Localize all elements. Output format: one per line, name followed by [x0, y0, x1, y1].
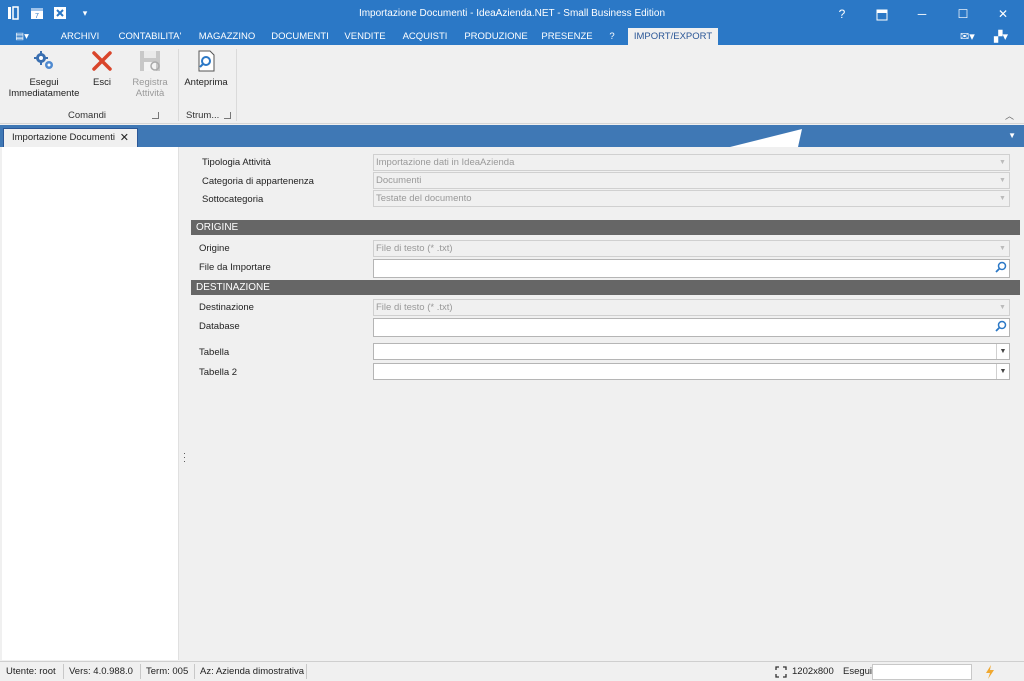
- tab-close-icon[interactable]: ✕: [120, 129, 129, 147]
- section-header-destinazione: DESTINAZIONE: [191, 280, 1020, 295]
- layout-icon: [876, 9, 888, 21]
- close-x-icon: [92, 51, 112, 71]
- tab-list-dropdown-icon[interactable]: ▼: [1008, 131, 1016, 140]
- help-button[interactable]: ?: [822, 0, 862, 28]
- chevron-down-icon[interactable]: ▼: [996, 364, 1009, 379]
- esci-label: Esci: [93, 77, 111, 88]
- menu-magazzino[interactable]: MAGAZZINO: [194, 28, 260, 45]
- search-icon[interactable]: [995, 261, 1007, 273]
- status-esegui-label: Esegui: [843, 666, 873, 677]
- menu-help[interactable]: ?: [602, 28, 622, 45]
- esegui-label: Esegui Immediatamente: [8, 77, 80, 99]
- tabella-label: Tabella: [199, 347, 230, 358]
- tabella2-select[interactable]: ▼: [373, 363, 1010, 380]
- document-tab-strip: Importazione Documenti ✕ ▼: [0, 125, 1024, 147]
- sottocategoria-label: Sottocategoria: [202, 194, 264, 205]
- chevron-down-icon: ▼: [999, 195, 1006, 202]
- registra-attivita-button[interactable]: Registra Attività: [124, 49, 176, 99]
- esegui-command-input[interactable]: [872, 664, 972, 680]
- file-importare-label: File da Importare: [199, 262, 271, 273]
- menu-produzione[interactable]: PRODUZIONE: [460, 28, 532, 45]
- status-resolution: 1202x800: [792, 666, 834, 677]
- tipologia-label: Tipologia Attività: [202, 157, 271, 168]
- ribbon-group-separator: [236, 49, 237, 121]
- windows-icon[interactable]: ▞▾: [994, 30, 1008, 43]
- sottocategoria-select[interactable]: Testate del documento ▼: [373, 190, 1010, 207]
- database-input[interactable]: [373, 318, 1010, 337]
- ribbon: Esegui Immediatamente Esci Registra Atti…: [0, 45, 1024, 124]
- chevron-down-icon: ▼: [999, 245, 1006, 252]
- menu-acquisti[interactable]: ACQUISTI: [396, 28, 454, 45]
- file-importare-input[interactable]: [373, 259, 1010, 278]
- menu-import-export[interactable]: IMPORT/EXPORT: [628, 28, 718, 45]
- status-separator: [140, 664, 141, 679]
- group-label-strumenti: Strum...: [186, 110, 220, 121]
- section-header-origine: ORIGINE: [191, 220, 1020, 235]
- status-utente: Utente: root: [6, 666, 56, 677]
- chevron-down-icon[interactable]: ▼: [996, 344, 1009, 359]
- group-label-comandi: Comandi: [68, 110, 107, 121]
- chevron-down-icon: ▼: [999, 159, 1006, 166]
- menu-vendite[interactable]: VENDITE: [340, 28, 390, 45]
- tab-importazione-documenti[interactable]: Importazione Documenti ✕: [3, 128, 138, 147]
- save-disk-icon: [140, 51, 160, 71]
- origine-value: File di testo (* .txt): [376, 243, 453, 254]
- status-separator: [63, 664, 64, 679]
- tabella2-label: Tabella 2: [199, 367, 238, 378]
- search-icon[interactable]: [995, 320, 1007, 332]
- comandi-dialog-launcher-icon[interactable]: [152, 112, 159, 119]
- menu-presenze[interactable]: PRESENZE: [538, 28, 596, 45]
- anteprima-button[interactable]: Anteprima: [182, 49, 230, 88]
- tabella-select[interactable]: ▼: [373, 343, 1010, 360]
- menu-documenti[interactable]: DOCUMENTI: [266, 28, 334, 45]
- maximize-button[interactable]: ☐: [943, 0, 983, 28]
- destinazione-label: Destinazione: [199, 302, 254, 313]
- lightning-icon[interactable]: [985, 665, 995, 679]
- fullscreen-icon[interactable]: [775, 666, 787, 678]
- chevron-down-icon: ▼: [999, 177, 1006, 184]
- registra-label: Registra Attività: [132, 77, 168, 99]
- esci-button[interactable]: Esci: [88, 49, 116, 88]
- minimize-button[interactable]: ─: [902, 0, 942, 28]
- anteprima-label: Anteprima: [184, 77, 228, 88]
- preview-magnifier-icon: [198, 50, 215, 72]
- status-separator: [306, 664, 307, 679]
- mail-icon[interactable]: ✉▾: [960, 30, 975, 43]
- restore-layout-button[interactable]: [862, 0, 902, 28]
- esegui-button[interactable]: Esegui Immediatamente: [6, 49, 82, 99]
- status-separator: [194, 664, 195, 679]
- splitter-grip-icon[interactable]: · · ·: [183, 449, 186, 466]
- database-label: Database: [199, 321, 240, 332]
- sottocategoria-value: Testate del documento: [376, 193, 472, 204]
- categoria-value: Documenti: [376, 175, 422, 186]
- title-bar: 7 ▾ Importazione Documenti - IdeaAzienda…: [0, 0, 1024, 28]
- origine-select[interactable]: File di testo (* .txt) ▼: [373, 240, 1010, 257]
- menu-archivi[interactable]: ARCHIVI: [54, 28, 106, 45]
- collapse-ribbon-icon[interactable]: ︿: [1005, 109, 1014, 122]
- destinazione-select[interactable]: File di testo (* .txt) ▼: [373, 299, 1010, 316]
- strumenti-dialog-launcher-icon[interactable]: [224, 112, 231, 119]
- tab-strip-decoration: [730, 129, 802, 147]
- tipologia-value: Importazione dati in IdeaAzienda: [376, 157, 515, 168]
- gears-icon: [34, 51, 53, 69]
- menu-contabilita[interactable]: CONTABILITA': [112, 28, 188, 45]
- status-versione: Vers: 4.0.988.0: [69, 666, 133, 677]
- ribbon-group-separator: [178, 49, 179, 121]
- left-navigation-pane: [2, 147, 179, 660]
- tipologia-select[interactable]: Importazione dati in IdeaAzienda ▼: [373, 154, 1010, 171]
- categoria-select[interactable]: Documenti ▼: [373, 172, 1010, 189]
- status-bar: Utente: root Vers: 4.0.988.0 Term: 005 A…: [0, 661, 1024, 681]
- origine-label: Origine: [199, 243, 230, 254]
- status-terminale: Term: 005: [146, 666, 189, 677]
- menu-bar: ▤▾ ARCHIVI CONTABILITA' MAGAZZINO DOCUME…: [0, 28, 1024, 45]
- status-azienda: Az: Azienda dimostrativa: [200, 666, 305, 677]
- menu-icon: ▤▾: [15, 31, 29, 42]
- app-menu-button[interactable]: ▤▾: [10, 28, 34, 45]
- chevron-down-icon: ▼: [999, 304, 1006, 311]
- destinazione-value: File di testo (* .txt): [376, 302, 453, 313]
- categoria-label: Categoria di appartenenza: [202, 176, 314, 187]
- tab-label: Importazione Documenti: [12, 132, 115, 143]
- close-button[interactable]: ✕: [983, 0, 1023, 28]
